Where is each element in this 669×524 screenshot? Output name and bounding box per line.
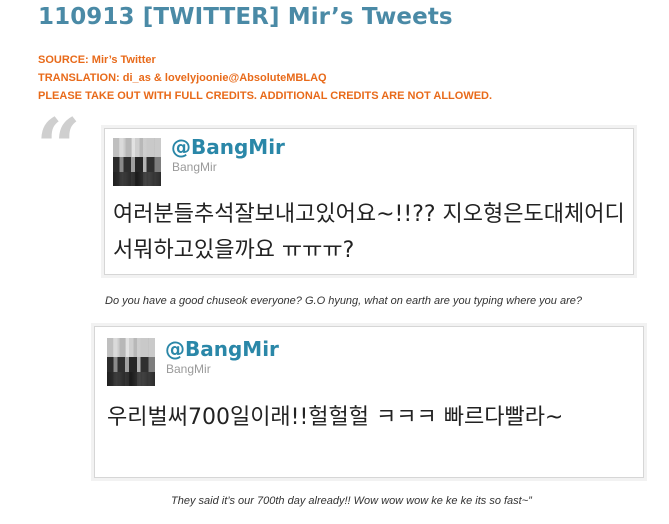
- tweet-display-name: BangMir: [166, 362, 211, 376]
- blockquote-icon: “: [36, 102, 81, 193]
- tweet-handle[interactable]: @BangMir: [165, 337, 279, 361]
- embedded-tweet: @BangMir BangMir 여러분들추석잘보내고있어요~!!?? 지오형은…: [104, 128, 634, 275]
- tweet-translation: They said it’s our 700th day already!! W…: [171, 495, 532, 507]
- credits-notice: PLEASE TAKE OUT WITH FULL CREDITS. ADDIT…: [38, 90, 493, 102]
- credits-block: SOURCE: Mir’s Twitter TRANSLATION: di_as…: [38, 51, 492, 105]
- source-credit: SOURCE: Mir’s Twitter: [38, 54, 156, 66]
- tweet-handle[interactable]: @BangMir: [171, 135, 285, 159]
- tweet-translation: Do you have a good chuseok everyone? G.O…: [105, 295, 582, 307]
- avatar[interactable]: [107, 338, 155, 386]
- post-title[interactable]: 110913 [TWITTER] Mir’s Tweets: [38, 4, 453, 30]
- avatar[interactable]: [113, 138, 161, 186]
- embedded-tweet: @BangMir BangMir 우리벌써700일이래!!헐헐헐 ㅋㅋㅋ 빠르다…: [94, 326, 644, 478]
- tweet-text: 여러분들추석잘보내고있어요~!!?? 지오형은도대체어디서뭐하고있을까요 ㅠㅠㅠ…: [113, 202, 625, 263]
- tweet-text: 우리벌써700일이래!!헐헐헐 ㅋㅋㅋ 빠르다빨라~: [107, 405, 564, 430]
- translation-credit: TRANSLATION: di_as & lovelyjoonie@Absolu…: [38, 72, 327, 84]
- tweet-display-name: BangMir: [172, 160, 217, 174]
